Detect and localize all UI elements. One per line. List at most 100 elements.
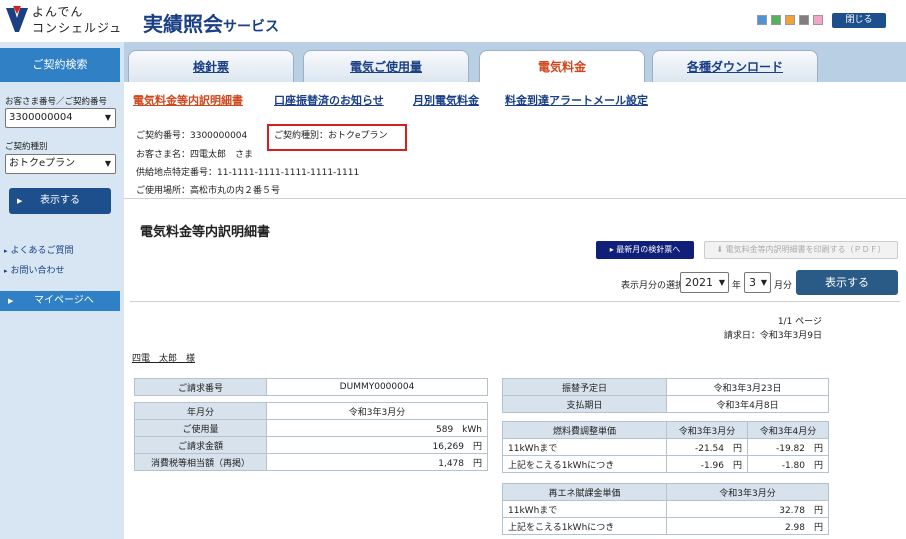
fuel-adjustment-table: 燃料費調整単価 令和3年3月分 令和3年4月分 11kWhまで -21.54 円… xyxy=(502,421,829,473)
table-row: 再エネ賦課金単価 令和3年3月分 xyxy=(502,483,829,501)
table-row: 上記をこえる1kWhにつき -1.96 円 -1.80 円 xyxy=(502,455,829,473)
month-select[interactable]: 3 ▼ xyxy=(744,272,771,293)
table-header-cell: 令和3年3月分 xyxy=(666,483,829,501)
table-row: 11kWhまで 32.78 円 xyxy=(502,500,829,518)
mypage-label: マイページへ xyxy=(34,295,94,306)
table-row: ご請求番号 DUMMY0000004 xyxy=(134,378,488,396)
chevron-down-icon: ▼ xyxy=(104,159,111,168)
table-cell: 1,478 円 xyxy=(266,453,488,471)
month-select-label: 表示月分の選択 xyxy=(621,281,685,291)
chevron-down-icon: ▼ xyxy=(718,278,725,287)
triangle-right-icon: ▸ xyxy=(4,267,8,275)
sidebar-show-button[interactable]: ▶ 表示する xyxy=(9,188,111,214)
page-title: 電気料金等内訳明細書 xyxy=(140,225,271,240)
table-header-cell: 振替予定日 xyxy=(502,378,667,396)
faq-link-label: よくあるご質問 xyxy=(10,246,74,256)
chevron-down-icon: ▼ xyxy=(760,278,767,287)
download-icon: ⬇ xyxy=(716,245,726,254)
table-header-cell: 支払期日 xyxy=(502,395,667,413)
table-cell: 上記をこえる1kWhにつき xyxy=(502,455,667,473)
faq-link[interactable]: ▸ よくあるご質問 xyxy=(4,243,74,256)
table-row: 燃料費調整単価 令和3年3月分 令和3年4月分 xyxy=(502,421,829,439)
page-indicator: 1/1 ページ xyxy=(777,317,822,327)
yonden-logo-icon xyxy=(6,6,28,32)
triangle-right-icon: ▶ xyxy=(17,197,23,205)
table-row: 上記をこえる1kWhにつき 2.98 円 xyxy=(502,517,829,535)
table-header-cell: 消費税等相当額（再掲） xyxy=(134,453,267,471)
contract-type-select[interactable]: おトクeプラン ▼ xyxy=(5,154,116,174)
contract-kind: ご契約種別：おトクeプラン xyxy=(274,131,388,141)
usage-location: ご使用場所：高松市丸の内２番５号 xyxy=(136,186,281,196)
triangle-right-icon: ▶ xyxy=(8,297,14,305)
table-cell: 11kWhまで xyxy=(502,438,667,456)
year-select[interactable]: 2021 ▼ xyxy=(680,272,729,293)
contract-info: ご契約番号：3300000004 ご契約種別：おトクeプラン お客さま名：四電太… xyxy=(124,116,906,198)
contact-link[interactable]: ▸ お問い合わせ xyxy=(4,263,65,276)
chevron-down-icon: ▼ xyxy=(104,113,111,122)
month-unit: 月分 xyxy=(774,281,793,291)
theme-pink-button[interactable] xyxy=(813,15,823,25)
mypage-button[interactable]: ▶ マイページへ xyxy=(0,291,120,311)
table-header-cell: ご請求番号 xyxy=(134,378,267,396)
theme-green-button[interactable] xyxy=(771,15,781,25)
sidebar-show-label: 表示する xyxy=(40,195,80,206)
close-button[interactable]: 閉じる xyxy=(832,13,886,28)
tab-meter-reading[interactable]: 検針票 xyxy=(128,50,294,82)
theme-blue-button[interactable] xyxy=(757,15,767,25)
table-cell: 令和3年3月23日 xyxy=(666,378,829,396)
table-row: 年月分 令和3年3月分 xyxy=(134,402,488,420)
month-value: 3 xyxy=(749,276,756,289)
latest-meter-reading-label: 最新月の検針票へ xyxy=(616,245,681,254)
table-row: 11kWhまで -21.54 円 -19.82 円 xyxy=(502,438,829,456)
table-header-cell: ご使用量 xyxy=(134,419,267,437)
table-cell: 16,269 円 xyxy=(266,436,488,454)
theme-orange-button[interactable] xyxy=(785,15,795,25)
triangle-right-icon: ▸ xyxy=(4,247,8,255)
tab-downloads[interactable]: 各種ダウンロード xyxy=(652,50,818,82)
table-header-cell: 燃料費調整単価 xyxy=(502,421,667,439)
year-unit: 年 xyxy=(732,281,742,291)
subnav-monthly-charges[interactable]: 月別電気料金 xyxy=(413,92,479,108)
spacer-cell xyxy=(135,396,488,403)
service-title-sub: サービス xyxy=(223,19,279,35)
print-pdf-button[interactable]: ⬇ 電気料金等内訳明細書を印刷する（ＰＤＦ） xyxy=(704,241,898,259)
table-cell: -19.82 円 xyxy=(747,438,829,456)
subnav-transfer-notice[interactable]: 口座振替済のお知らせ xyxy=(274,92,384,108)
subnav-bill-statement[interactable]: 電気料金等内訳明細書 xyxy=(133,92,243,108)
table-cell: 令和3年4月8日 xyxy=(666,395,829,413)
table-cell: 2.98 円 xyxy=(666,517,829,535)
tab-electricity-charges[interactable]: 電気料金 xyxy=(479,50,645,83)
table-cell: 11kWhまで xyxy=(502,500,667,518)
customer-name: お客さま名：四電太郎 さま xyxy=(136,150,254,160)
table-row: ご請求金額 16,269 円 xyxy=(134,436,488,454)
contract-number: ご契約番号：3300000004 xyxy=(136,131,248,141)
supply-point-number: 供給地点特定番号：11-1111-1111-1111-1111-1111 xyxy=(136,168,360,178)
table-cell: 上記をこえる1kWhにつき xyxy=(502,517,667,535)
subnav-alert-mail-settings[interactable]: 料金到達アラートメール設定 xyxy=(505,92,648,108)
sub-navigation: 電気料金等内訳明細書 口座振替済のお知らせ 月別電気料金 料金到達アラートメール… xyxy=(124,82,906,116)
contract-type-label: ご契約種別 xyxy=(5,142,48,152)
table-cell: 32.78 円 xyxy=(666,500,829,518)
logo-text-line2: コンシェルジュ xyxy=(32,21,123,35)
payment-schedule-table: 振替予定日 令和3年3月23日 支払期日 令和3年4月8日 xyxy=(502,378,829,413)
latest-meter-reading-button[interactable]: ▸ 最新月の検針票へ xyxy=(596,241,694,259)
sidebar: ご契約検索 お客さま番号／ご契約番号 3300000004 ▼ ご契約種別 おト… xyxy=(0,42,124,539)
table-cell: -1.80 円 xyxy=(747,455,829,473)
table-header-cell: 令和3年4月分 xyxy=(747,421,829,439)
customer-salutation: 四電 太郎 様 xyxy=(132,354,196,364)
logo-text-line1: よんでん xyxy=(32,5,84,19)
main-show-button[interactable]: 表示する xyxy=(796,270,898,295)
tab-electricity-usage[interactable]: 電気ご使用量 xyxy=(303,50,469,82)
table-header-cell: 再エネ賦課金単価 xyxy=(502,483,667,501)
table-header-cell: 年月分 xyxy=(134,402,267,420)
table-cell: 589 kWh xyxy=(266,419,488,437)
customer-number-select[interactable]: 3300000004 ▼ xyxy=(5,108,116,128)
service-title: 実績照会サービス xyxy=(143,8,279,37)
table-cell: DUMMY0000004 xyxy=(266,378,488,396)
table-cell: -21.54 円 xyxy=(666,438,748,456)
year-value: 2021 xyxy=(685,276,713,289)
table-header-cell: ご請求金額 xyxy=(134,436,267,454)
theme-gray-button[interactable] xyxy=(799,15,809,25)
contract-search-heading: ご契約検索 xyxy=(0,48,120,82)
table-spacer xyxy=(135,396,488,403)
